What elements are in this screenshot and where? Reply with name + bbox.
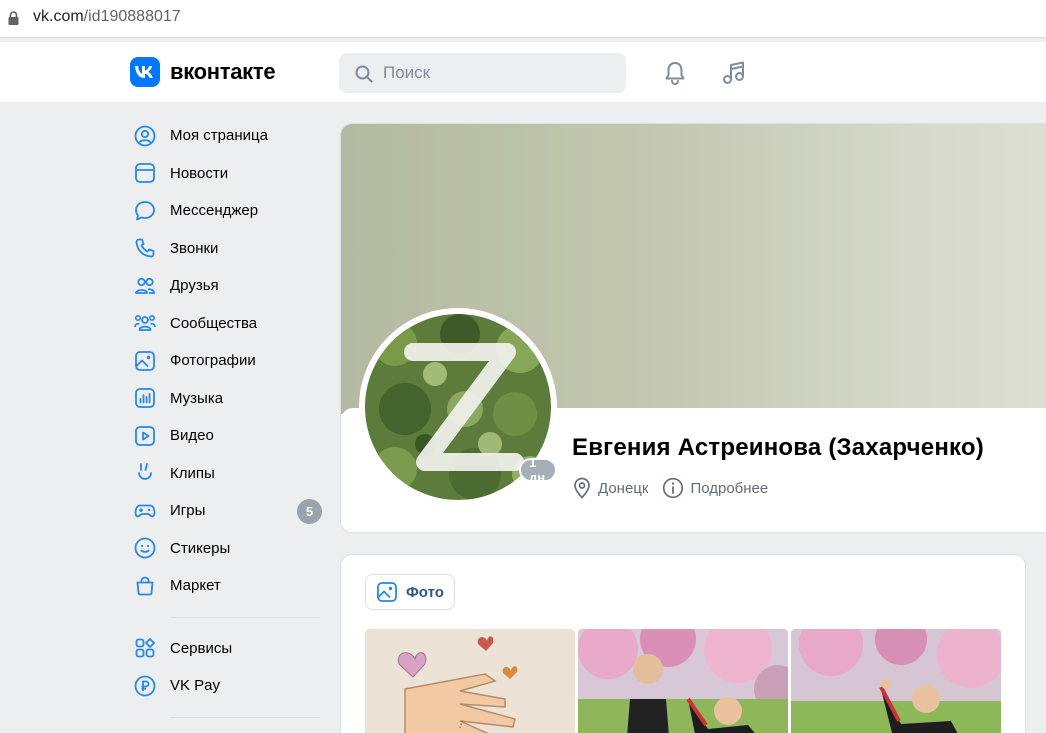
photo-thumbnail[interactable] [578, 629, 788, 733]
bell-icon[interactable] [661, 59, 689, 87]
sidebar-item-video[interactable]: Видео [130, 417, 322, 455]
top-header: вконтакте [0, 42, 1046, 103]
sidebar-item-label: Маркет [170, 577, 221, 595]
music-note-icon[interactable] [720, 59, 748, 87]
sidebar-item-news[interactable]: Новости [130, 155, 322, 193]
search-input[interactable] [383, 53, 613, 93]
video-icon [131, 422, 159, 450]
profile-more-link[interactable]: Подробнее [662, 477, 768, 499]
phone-icon [131, 234, 159, 262]
sidebar-item-label: Фотографии [170, 352, 256, 370]
profile-card: 1 дн Евгения Астреинова (Захарченко) Дон… [340, 123, 1046, 533]
vk-logo-icon [130, 57, 160, 87]
sidebar-item-friends[interactable]: Друзья [130, 267, 322, 305]
photo-thumbnail[interactable] [791, 629, 1001, 733]
vk-logo[interactable]: вконтакте [130, 57, 276, 87]
smile-icon [131, 534, 159, 562]
sidebar-item-label: Игры [170, 502, 206, 520]
info-icon [663, 477, 684, 499]
sidebar-item-label: Клипы [170, 464, 215, 482]
sidebar-item-label: Сервисы [170, 639, 233, 657]
sidebar-item-label: Мессенджер [170, 202, 259, 220]
sidebar-divider [170, 716, 320, 718]
photo-thumbnail[interactable]: ... [365, 629, 575, 733]
lock-icon [8, 11, 19, 25]
bag-icon [131, 572, 159, 600]
profile-name: Евгения Астреинова (Захарченко) [572, 434, 984, 461]
sidebar-divider [170, 616, 320, 618]
sidebar-item-photos[interactable]: Фотографии [130, 342, 322, 380]
profile-avatar[interactable]: 1 дн [359, 308, 557, 506]
sidebar-item-label: Моя страница [170, 127, 268, 145]
browser-address-bar[interactable]: vk.com/id190888017 [0, 0, 1046, 38]
sidebar-item-music[interactable]: Музыка [130, 380, 322, 418]
communities-icon [131, 309, 159, 337]
services-icon [131, 634, 159, 662]
sidebar-item-clips[interactable]: Клипы [130, 455, 322, 493]
sidebar-item-label: Друзья [170, 277, 219, 295]
photo-icon [131, 347, 159, 375]
url-text[interactable]: vk.com/id190888017 [33, 8, 181, 26]
sidebar-item-label: Сообщества [170, 314, 258, 332]
friends-icon [131, 272, 159, 300]
sidebar-item-messenger[interactable]: Мессенджер [130, 192, 322, 230]
search-box[interactable] [339, 53, 626, 93]
profile-city-link[interactable]: Донецк [572, 477, 648, 499]
last-seen-badge: 1 дн [519, 455, 557, 485]
sidebar-item-market[interactable]: Маркет [130, 567, 322, 605]
clips-icon [131, 459, 159, 487]
gamepad-icon [131, 497, 159, 525]
sidebar-item-communities[interactable]: Сообщества [130, 305, 322, 343]
photo-icon [377, 582, 397, 602]
photos-card: Фото ... [340, 554, 1026, 733]
games-count-badge: 5 [297, 499, 322, 524]
left-sidebar: Моя страница Новости Мессенджер Звонки Д… [130, 117, 322, 730]
location-pin-icon [574, 477, 590, 499]
profile-meta: Донецк Подробнее [572, 477, 768, 499]
photos-tab-label: Фото [406, 583, 444, 601]
sidebar-item-services[interactable]: Сервисы [130, 630, 322, 668]
newsfeed-icon [131, 159, 159, 187]
sidebar-item-label: VK Pay [170, 677, 221, 695]
logo-text: вконтакте [170, 59, 276, 84]
search-icon [355, 65, 373, 83]
sidebar-item-vk-pay[interactable]: VK Pay [130, 667, 322, 705]
sidebar-item-label: Новости [170, 164, 229, 182]
user-circle-icon [131, 122, 159, 150]
message-icon [131, 197, 159, 225]
music-icon [131, 384, 159, 412]
sidebar-item-label: Звонки [170, 239, 219, 257]
sidebar-item-label: Стикеры [170, 539, 231, 557]
profile-more-label: Подробнее [690, 479, 769, 497]
sidebar-item-calls[interactable]: Звонки [130, 230, 322, 268]
sidebar-item-stickers[interactable]: Стикеры [130, 530, 322, 568]
sidebar-item-games[interactable]: Игры 5 [130, 492, 322, 530]
profile-city: Донецк [598, 479, 649, 497]
photos-tab-button[interactable]: Фото [365, 574, 455, 610]
sidebar-item-my-page[interactable]: Моя страница [130, 117, 322, 155]
ruble-icon [131, 672, 159, 700]
sidebar-item-label: Музыка [170, 389, 224, 407]
sidebar-item-label: Видео [170, 427, 214, 445]
